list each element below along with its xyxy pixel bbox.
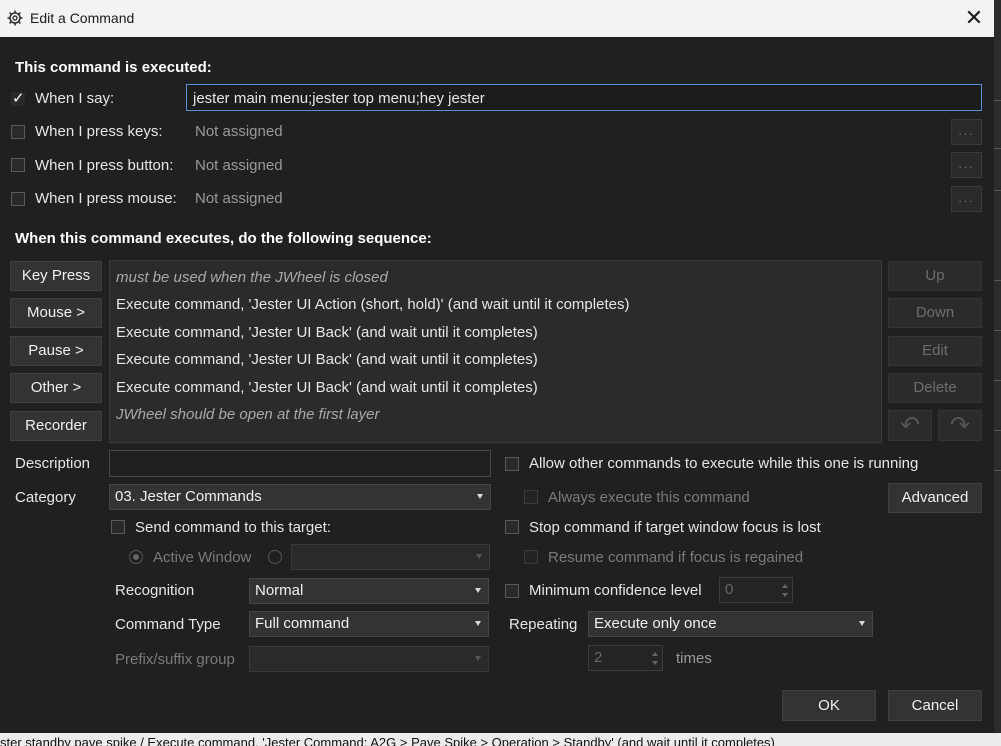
list-item[interactable]: JWheel should be open at the first layer: [116, 406, 379, 423]
press-button-assign-button[interactable]: ...: [951, 152, 982, 178]
list-item[interactable]: Execute command, 'Jester UI Action (shor…: [116, 296, 629, 313]
chevron-down-icon: [475, 621, 481, 626]
press-mouse-assign-button[interactable]: ...: [951, 186, 982, 212]
background-list-row: ster standby pave spike / Execute comman…: [0, 733, 1001, 746]
list-item[interactable]: must be used when the JWheel is closed: [116, 269, 388, 286]
repeat-times-stepper[interactable]: 2: [588, 645, 663, 671]
chevron-down-icon: [859, 621, 865, 626]
sequence-heading: When this command executes, do the follo…: [15, 230, 432, 247]
chevron-down-icon: [476, 554, 482, 559]
min-confidence-checkbox[interactable]: [505, 584, 519, 598]
other-button[interactable]: Other >: [10, 373, 102, 403]
press-mouse-checkbox[interactable]: [11, 192, 25, 206]
close-icon[interactable]: ✕: [958, 2, 990, 34]
min-confidence-stepper[interactable]: 0: [719, 577, 793, 603]
when-i-say-value: jester main menu;jester top menu;hey jes…: [193, 90, 485, 107]
category-value: 03. Jester Commands: [115, 488, 262, 505]
command-type-select[interactable]: Full command: [249, 611, 489, 637]
prefix-suffix-label: Prefix/suffix group: [115, 651, 235, 668]
repeating-value: Execute only once: [594, 615, 717, 632]
cancel-button[interactable]: Cancel: [888, 690, 982, 721]
list-item[interactable]: Execute command, 'Jester UI Back' (and w…: [116, 351, 538, 368]
recognition-value: Normal: [255, 582, 304, 599]
title-bar: Edit a Command ✕: [0, 0, 994, 37]
down-button[interactable]: Down: [888, 298, 982, 328]
press-keys-checkbox[interactable]: [11, 125, 25, 139]
key-press-button[interactable]: Key Press: [10, 261, 102, 291]
delete-button[interactable]: Delete: [888, 373, 982, 403]
press-keys-value: Not assigned: [195, 123, 283, 140]
advanced-button[interactable]: Advanced: [888, 483, 982, 513]
press-keys-label: When I press keys:: [35, 123, 163, 140]
gear-icon: [7, 10, 23, 26]
undo-icon[interactable]: ↶: [888, 410, 932, 441]
ok-button[interactable]: OK: [782, 690, 876, 721]
when-i-say-input[interactable]: jester main menu;jester top menu;hey jes…: [186, 84, 982, 111]
resume-on-focus-label: Resume command if focus is regained: [548, 549, 804, 566]
command-type-value: Full command: [255, 615, 350, 632]
repeat-times-value: 2: [594, 649, 603, 666]
window-title: Edit a Command: [30, 10, 135, 26]
min-confidence-value: 0: [725, 581, 734, 598]
list-item[interactable]: Execute command, 'Jester UI Back' (and w…: [116, 324, 538, 341]
description-input[interactable]: [109, 450, 491, 477]
press-keys-assign-button[interactable]: ...: [951, 119, 982, 145]
chevron-down-icon[interactable]: [782, 593, 788, 597]
recognition-label: Recognition: [115, 582, 195, 599]
action-sequence-list[interactable]: must be used when the JWheel is closed E…: [109, 260, 882, 443]
press-button-checkbox[interactable]: [11, 158, 25, 172]
repeating-select[interactable]: Execute only once: [588, 611, 873, 637]
repeating-label: Repeating: [509, 616, 578, 633]
category-select[interactable]: 03. Jester Commands: [109, 484, 491, 510]
always-execute-checkbox[interactable]: [524, 490, 538, 504]
chevron-down-icon: [477, 494, 483, 499]
recorder-button[interactable]: Recorder: [10, 411, 102, 441]
background-window-edge: [994, 0, 1001, 733]
category-label: Category: [15, 489, 76, 506]
other-window-radio[interactable]: [268, 550, 282, 564]
target-window-select[interactable]: [291, 544, 490, 570]
press-button-value: Not assigned: [195, 157, 283, 174]
list-item[interactable]: Execute command, 'Jester UI Back' (and w…: [116, 379, 538, 396]
stop-on-focus-checkbox[interactable]: [505, 520, 519, 534]
recognition-select[interactable]: Normal: [249, 578, 489, 604]
min-confidence-label: Minimum confidence level: [529, 582, 702, 599]
redo-icon[interactable]: ↷: [938, 410, 982, 441]
chevron-up-icon[interactable]: [782, 584, 788, 588]
send-target-checkbox[interactable]: [111, 520, 125, 534]
when-i-say-checkbox[interactable]: [11, 89, 25, 107]
send-target-label: Send command to this target:: [135, 519, 331, 536]
chevron-down-icon: [475, 588, 481, 593]
allow-other-label: Allow other commands to execute while th…: [529, 455, 919, 472]
press-button-label: When I press button:: [35, 157, 174, 174]
prefix-suffix-select[interactable]: [249, 646, 489, 672]
always-execute-label: Always execute this command: [548, 489, 750, 506]
edit-button[interactable]: Edit: [888, 336, 982, 366]
active-window-label: Active Window: [153, 549, 252, 566]
stop-on-focus-label: Stop command if target window focus is l…: [529, 519, 821, 536]
press-mouse-label: When I press mouse:: [35, 190, 177, 207]
active-window-radio[interactable]: [129, 550, 143, 564]
chevron-down-icon[interactable]: [652, 661, 658, 665]
command-type-label: Command Type: [115, 616, 221, 633]
mouse-button[interactable]: Mouse >: [10, 298, 102, 328]
up-button[interactable]: Up: [888, 261, 982, 291]
press-mouse-value: Not assigned: [195, 190, 283, 207]
pause-button[interactable]: Pause >: [10, 336, 102, 366]
resume-on-focus-checkbox[interactable]: [524, 550, 538, 564]
description-label: Description: [15, 455, 91, 472]
background-row-text: ster standby pave spike / Execute comman…: [0, 735, 775, 746]
triggers-heading: This command is executed:: [15, 59, 212, 76]
chevron-up-icon[interactable]: [652, 652, 658, 656]
times-label: times: [676, 650, 712, 667]
allow-other-checkbox[interactable]: [505, 457, 519, 471]
when-i-say-label: When I say:: [35, 90, 115, 107]
chevron-down-icon: [475, 656, 481, 661]
